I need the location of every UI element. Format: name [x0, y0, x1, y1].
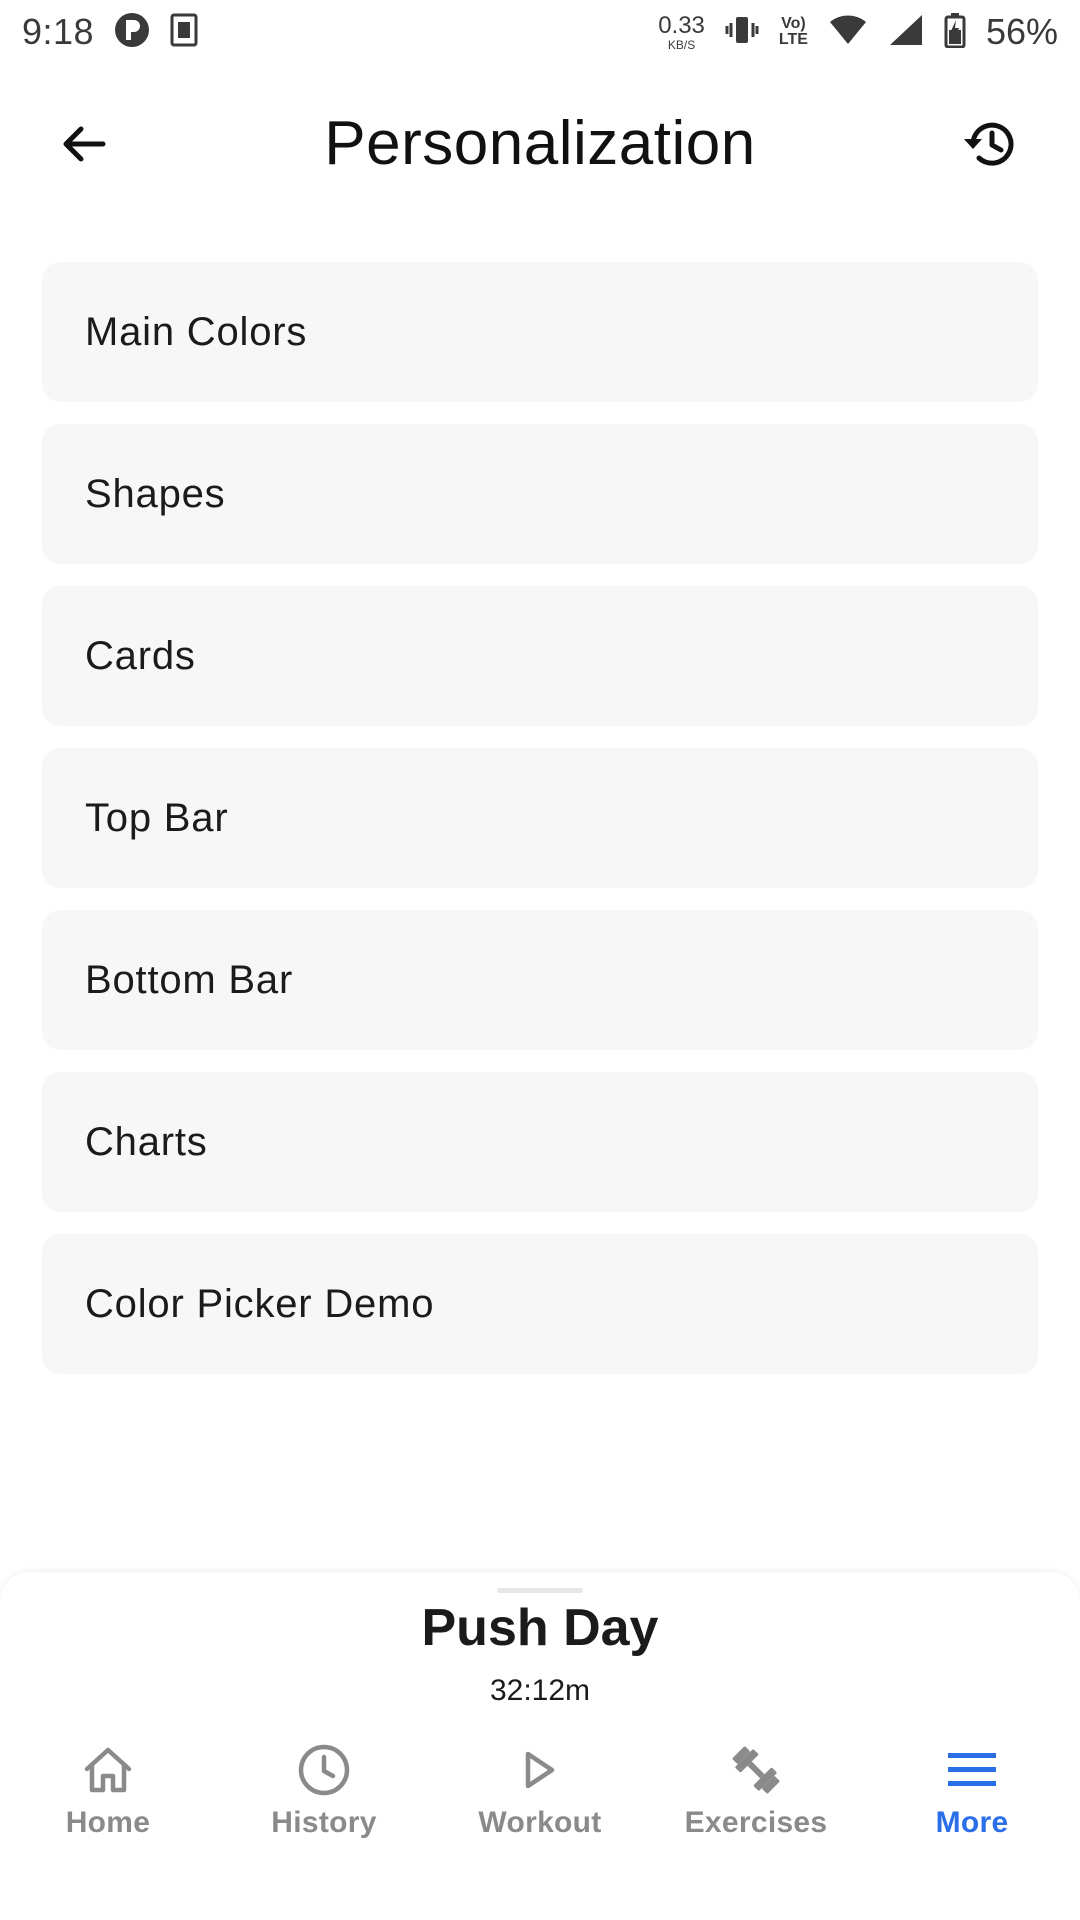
volte-top-label: Vo)	[781, 15, 806, 32]
nav-label-more: More	[935, 1806, 1009, 1839]
nav-label-home: Home	[65, 1806, 151, 1839]
home-icon	[78, 1740, 138, 1800]
nav-label-workout: Workout	[478, 1806, 602, 1839]
history-icon	[961, 117, 1019, 176]
status-bar: 9:18 0.33 KB/S Vo) LTE 56%	[0, 0, 1080, 64]
top-app-bar: Personalization	[0, 64, 1080, 224]
volte-indicator: Vo) LTE	[779, 16, 808, 48]
nav-label-history: History	[271, 1806, 377, 1839]
drag-handle[interactable]	[497, 1588, 583, 1593]
list-item-label: Top Bar	[85, 795, 229, 840]
nav-item-workout[interactable]: Workout	[432, 1740, 648, 1870]
list-item-label: Shapes	[85, 471, 226, 516]
battery-icon	[944, 12, 966, 53]
network-speed-unit: KB/S	[667, 37, 696, 52]
personalization-list: Main Colors Shapes Cards Top Bar Bottom …	[42, 262, 1038, 1396]
dumbbell-icon	[726, 1740, 786, 1800]
page-title: Personalization	[324, 109, 756, 178]
status-left: 9:18	[22, 11, 198, 53]
network-speed-value: 0.33	[658, 11, 705, 39]
wifi-icon	[828, 14, 868, 51]
personalization-screen: 9:18 0.33 KB/S Vo) LTE 56% Personalizati…	[0, 0, 1080, 1920]
list-item-main-colors[interactable]: Main Colors	[42, 262, 1038, 402]
list-item-label: Bottom Bar	[85, 957, 294, 1002]
list-item-top-bar[interactable]: Top Bar	[42, 748, 1038, 888]
sim-card-icon	[170, 13, 198, 52]
status-right: 0.33 KB/S Vo) LTE 56%	[658, 11, 1058, 53]
list-item-bottom-bar[interactable]: Bottom Bar	[42, 910, 1038, 1050]
signal-icon	[888, 13, 924, 52]
volte-bottom-label: LTE	[778, 31, 808, 48]
history-button[interactable]	[950, 106, 1030, 186]
list-item-label: Color Picker Demo	[85, 1281, 435, 1326]
list-item-cards[interactable]: Cards	[42, 586, 1038, 726]
bottom-navigation: Home History Workout Exercises More	[0, 1740, 1080, 1870]
workout-elapsed-time: 32:12m	[489, 1674, 591, 1707]
app-notification-icon	[114, 12, 150, 53]
battery-percent: 56%	[985, 11, 1058, 52]
nav-item-history[interactable]: History	[216, 1740, 432, 1870]
network-speed: 0.33 KB/S	[658, 11, 705, 52]
nav-label-exercises: Exercises	[684, 1806, 828, 1839]
vibrate-icon	[725, 13, 759, 52]
list-item-label: Cards	[85, 633, 196, 678]
nav-item-home[interactable]: Home	[0, 1740, 216, 1870]
list-item-charts[interactable]: Charts	[42, 1072, 1038, 1212]
menu-icon	[942, 1740, 1002, 1800]
nav-item-more[interactable]: More	[864, 1740, 1080, 1870]
list-item-color-picker-demo[interactable]: Color Picker Demo	[42, 1234, 1038, 1374]
play-icon	[510, 1740, 570, 1800]
list-item-label: Charts	[85, 1119, 208, 1164]
status-time: 9:18	[22, 11, 95, 52]
workout-name: Push Day	[421, 1599, 659, 1657]
nav-item-exercises[interactable]: Exercises	[648, 1740, 864, 1870]
clock-icon	[294, 1740, 354, 1800]
list-item-shapes[interactable]: Shapes	[42, 424, 1038, 564]
list-item-label: Main Colors	[85, 309, 308, 354]
